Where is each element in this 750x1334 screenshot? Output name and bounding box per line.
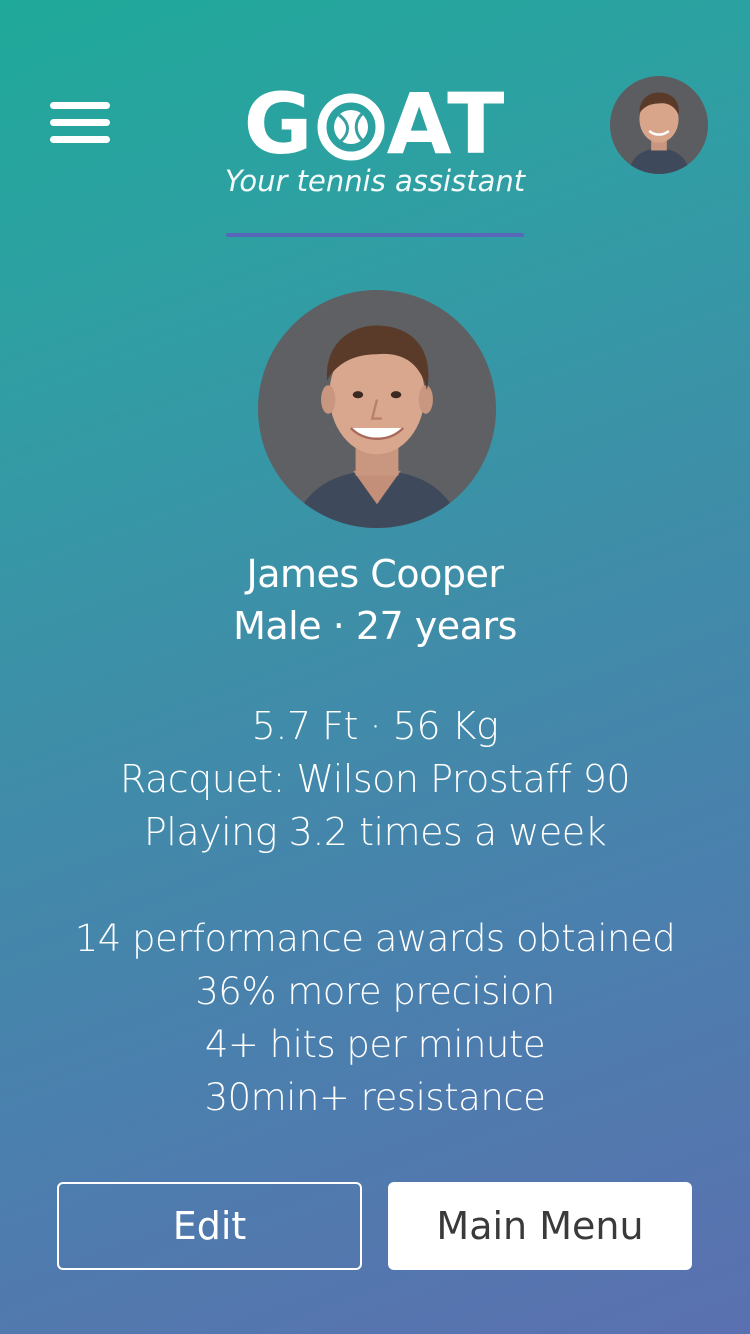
profile-racquet: Racquet: Wilson Prostaff 90 <box>119 757 631 801</box>
stat-resistance: 30min+ resistance <box>204 1076 546 1119</box>
menu-bar-bottom <box>50 136 110 143</box>
performance-stats: 14 performance awards obtained 36% more … <box>0 912 750 1124</box>
profile-details: 5.7 Ft · 56 Kg Racquet: Wilson Prostaff … <box>0 700 750 859</box>
profile-play-frequency: Playing 3.2 times a week <box>143 810 607 854</box>
profile-body-measurements: 5.7 Ft · 56 Kg <box>251 704 499 748</box>
app-logo: G AT Your tennis assistant <box>200 82 550 202</box>
header-avatar[interactable] <box>610 76 708 174</box>
profile-photo <box>258 290 496 528</box>
profile-identity: James Cooper Male · 27 years <box>0 548 750 652</box>
header-divider <box>226 233 524 237</box>
menu-bar-top <box>50 102 110 109</box>
main-menu-button[interactable]: Main Menu <box>388 1182 692 1270</box>
profile-gender-age: Male · 27 years <box>233 604 517 648</box>
tennis-ball-icon <box>317 90 385 161</box>
logo-tagline: Your tennis assistant <box>224 164 526 198</box>
stat-precision: 36% more precision <box>195 970 555 1013</box>
stat-awards: 14 performance awards obtained <box>74 917 676 960</box>
hamburger-menu-icon[interactable] <box>50 102 112 146</box>
logo-text-right: AT <box>386 75 507 173</box>
edit-button[interactable]: Edit <box>57 1182 362 1270</box>
stat-hits: 4+ hits per minute <box>204 1023 546 1066</box>
logo-wordmark: G AT <box>200 82 550 166</box>
profile-name: James Cooper <box>246 552 504 596</box>
logo-text-left: G <box>243 75 315 173</box>
menu-bar-middle <box>50 119 110 126</box>
